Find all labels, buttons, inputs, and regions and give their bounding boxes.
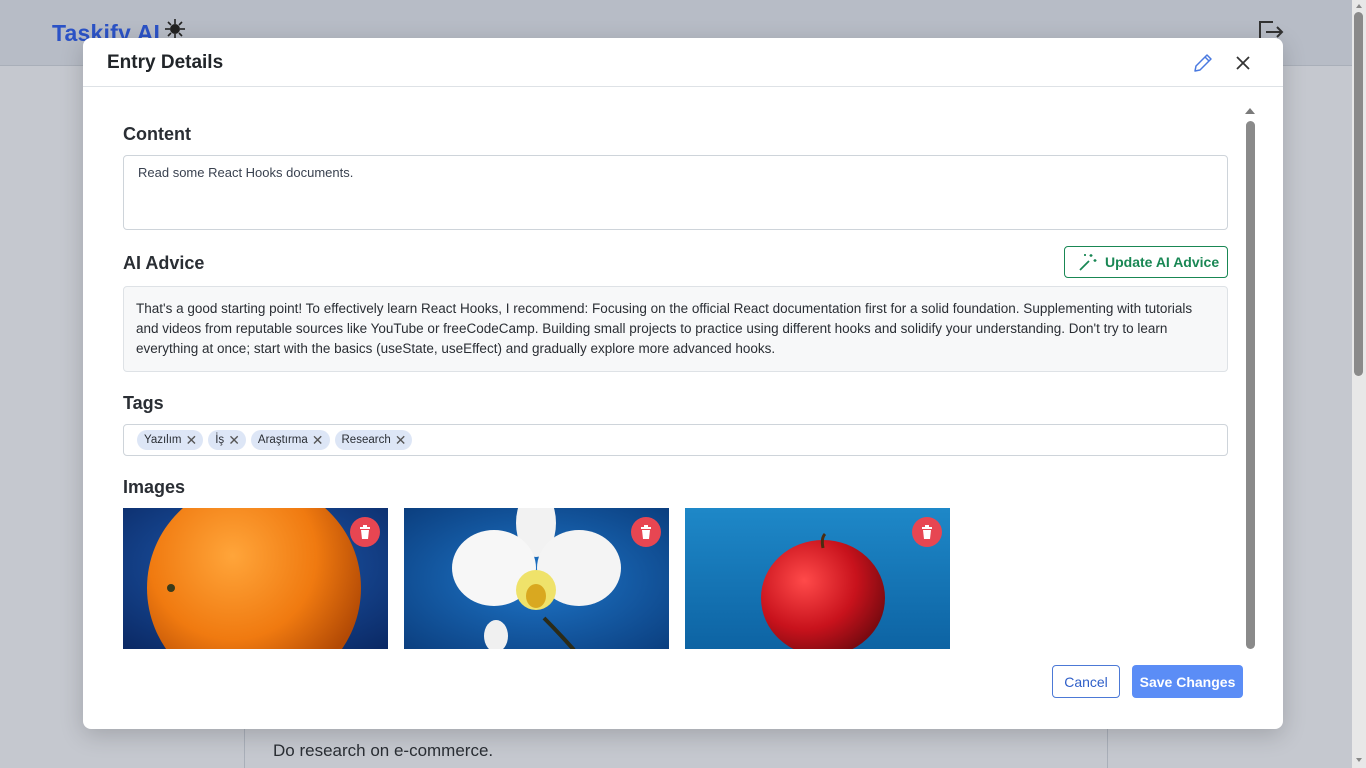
apple-image <box>685 508 950 649</box>
tag-label: Research <box>341 434 391 446</box>
page-scroll-down-arrow[interactable] <box>1356 758 1362 762</box>
tag-remove-icon[interactable]: ✕ <box>228 433 240 447</box>
background-entry-text: Do research on e-commerce. <box>273 741 494 760</box>
trash-icon <box>360 525 370 539</box>
tags-input[interactable]: Yazılım ✕ İş ✕ Araştırma ✕ Research ✕ <box>123 424 1228 456</box>
modal-title: Entry Details <box>107 52 224 73</box>
modal-footer: Cancel Save Changes <box>83 649 1283 729</box>
tag-label: İş <box>215 434 225 446</box>
magic-wand-icon <box>1079 254 1097 271</box>
tag-remove-icon[interactable]: ✕ <box>186 433 198 447</box>
trash-icon <box>641 525 651 539</box>
tag-remove-icon[interactable]: ✕ <box>312 433 324 447</box>
tag-chip: İş ✕ <box>208 430 246 450</box>
modal-scroll-thumb[interactable] <box>1246 121 1255 649</box>
delete-image-button[interactable] <box>350 517 380 547</box>
page-scroll-up-arrow[interactable] <box>1356 4 1362 8</box>
sparkle-icon <box>165 19 185 39</box>
tag-label: Araştırma <box>257 434 308 446</box>
save-changes-button[interactable]: Save Changes <box>1132 665 1243 698</box>
tag-label: Yazılım <box>144 434 182 446</box>
ai-advice-label: AI Advice <box>123 253 205 273</box>
orange-image <box>123 508 388 649</box>
tag-remove-icon[interactable]: ✕ <box>395 433 407 447</box>
tag-chip: Yazılım ✕ <box>137 430 204 450</box>
update-ai-advice-label: Update AI Advice <box>1105 254 1220 270</box>
delete-image-button[interactable] <box>912 517 942 547</box>
entry-details-modal: Entry Details Content Read some React Ho… <box>83 38 1283 729</box>
tags-label: Tags <box>123 393 164 413</box>
cancel-button[interactable]: Cancel <box>1052 665 1120 698</box>
close-icon[interactable] <box>1231 51 1255 75</box>
tag-chip: Research ✕ <box>334 430 413 450</box>
image-orchid[interactable] <box>404 508 669 649</box>
ai-advice-text: That's a good starting point! To effecti… <box>123 286 1228 372</box>
content-label: Content <box>123 124 191 144</box>
delete-image-button[interactable] <box>631 517 661 547</box>
modal-header: Entry Details <box>83 38 1283 87</box>
images-gallery <box>123 508 950 649</box>
tag-chip: Araştırma ✕ <box>250 430 330 450</box>
modal-body: Content Read some React Hooks documents.… <box>83 87 1283 649</box>
trash-icon <box>922 525 932 539</box>
image-orange[interactable] <box>123 508 388 649</box>
image-apple[interactable] <box>685 508 950 649</box>
modal-scroll-up-arrow[interactable] <box>1245 108 1255 114</box>
page-scroll-thumb[interactable] <box>1354 12 1363 376</box>
edit-pencil-icon[interactable] <box>1191 51 1215 75</box>
images-label: Images <box>123 477 186 497</box>
update-ai-advice-button[interactable]: Update AI Advice <box>1064 246 1228 278</box>
content-textarea[interactable]: Read some React Hooks documents. <box>123 155 1228 230</box>
orchid-image <box>404 508 669 649</box>
